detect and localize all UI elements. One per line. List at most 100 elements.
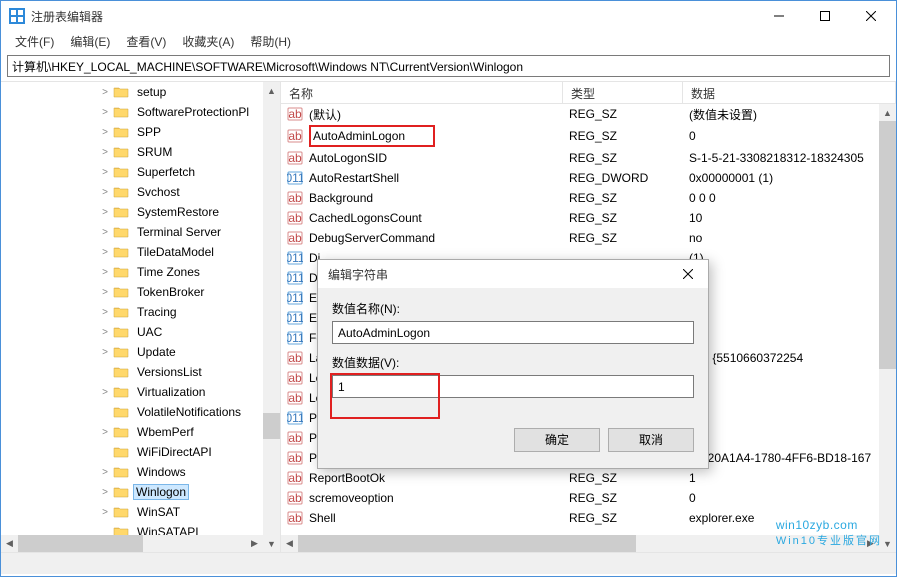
value-type: REG_SZ — [563, 471, 683, 485]
tree-item[interactable]: >Superfetch — [1, 162, 280, 182]
scroll-down-icon[interactable]: ▼ — [263, 535, 280, 552]
list-header: 名称 类型 数据 — [281, 82, 896, 104]
tree-item[interactable]: > UAC — [1, 322, 280, 342]
minimize-button[interactable] — [756, 1, 802, 31]
tree-item[interactable]: >Update — [1, 342, 280, 362]
tree-pane: >setup>SoftwareProtectionPl>SPP>SRUM>Sup… — [1, 82, 281, 552]
scroll-up-icon[interactable]: ▲ — [263, 82, 280, 99]
tree-scrollbar-h[interactable]: ◀ ▶ — [1, 535, 263, 552]
value-row[interactable]: ab(默认)REG_SZ(数值未设置) — [281, 104, 896, 124]
scroll-up-icon[interactable]: ▲ — [879, 104, 896, 121]
expander-icon[interactable]: > — [99, 267, 111, 278]
tree-item[interactable]: >SystemRestore — [1, 202, 280, 222]
value-type: REG_DWORD — [563, 171, 683, 185]
expander-icon[interactable]: > — [99, 207, 111, 218]
expander-icon[interactable]: > — [99, 187, 111, 198]
expander-icon[interactable]: > — [99, 387, 111, 398]
folder-icon — [113, 165, 129, 179]
tree-item[interactable]: >TileDataModel — [1, 242, 280, 262]
ok-button[interactable]: 确定 — [514, 428, 600, 452]
expander-icon[interactable]: > — [99, 327, 111, 338]
value-row[interactable]: abAutoAdminLogonREG_SZ0 — [281, 124, 896, 148]
expander-icon[interactable]: > — [99, 87, 111, 98]
expander-icon[interactable]: > — [99, 227, 111, 238]
data-input[interactable] — [332, 375, 694, 398]
name-input[interactable] — [332, 321, 694, 344]
value-row[interactable]: abAutoLogonSIDREG_SZS-1-5-21-3308218312-… — [281, 148, 896, 168]
expander-icon[interactable]: > — [99, 167, 111, 178]
tree-item[interactable]: >setup — [1, 82, 280, 102]
value-row[interactable]: abDebugServerCommandREG_SZno — [281, 228, 896, 248]
scroll-left-icon[interactable]: ◀ — [281, 535, 298, 552]
tree-item[interactable]: >SoftwareProtectionPl — [1, 102, 280, 122]
tree-item[interactable]: >SRUM — [1, 142, 280, 162]
tree-item[interactable]: >Time Zones — [1, 262, 280, 282]
tree-item[interactable]: >Windows — [1, 462, 280, 482]
tree-item[interactable]: VolatileNotifications — [1, 402, 280, 422]
tree-item[interactable]: >Winlogon — [1, 482, 280, 502]
tree-item[interactable]: >WinSAT — [1, 502, 280, 522]
tree-item[interactable]: > SPP — [1, 122, 280, 142]
value-data: 0 0 0 — [683, 191, 896, 205]
expander-icon[interactable]: > — [99, 247, 111, 258]
menu-file[interactable]: 文件(F) — [7, 31, 62, 52]
svg-text:011: 011 — [287, 411, 303, 425]
folder-icon — [113, 265, 129, 279]
expander-icon[interactable]: > — [99, 307, 111, 318]
tree-item-label: SPP — [137, 125, 161, 139]
svg-text:ab: ab — [288, 371, 302, 385]
value-name: scremoveoption — [309, 491, 563, 505]
menu-edit[interactable]: 编辑(E) — [62, 31, 118, 52]
tree-item[interactable]: >WbemPerf — [1, 422, 280, 442]
svg-text:ab: ab — [288, 211, 302, 225]
expander-icon[interactable]: > — [99, 467, 111, 478]
value-data: {A520A1A4-1780-4FF6-BD18-167 — [683, 451, 896, 465]
column-name[interactable]: 名称 — [281, 82, 563, 103]
expander-icon[interactable]: > — [99, 287, 111, 298]
expander-icon[interactable]: > — [99, 147, 111, 158]
folder-icon — [113, 205, 129, 219]
tree-scrollbar-v[interactable]: ▲ ▼ — [263, 82, 280, 552]
value-row[interactable]: abCachedLogonsCountREG_SZ10 — [281, 208, 896, 228]
menu-help[interactable]: 帮助(H) — [242, 31, 299, 52]
folder-icon — [113, 85, 129, 99]
value-name: AutoAdminLogon — [309, 125, 563, 147]
dialog-titlebar[interactable]: 编辑字符串 — [318, 260, 708, 288]
value-type: REG_SZ — [563, 231, 683, 245]
expander-icon[interactable]: > — [99, 507, 111, 518]
column-type[interactable]: 类型 — [563, 82, 683, 103]
cancel-button[interactable]: 取消 — [608, 428, 694, 452]
tree-item[interactable]: >Tracing — [1, 302, 280, 322]
tree-item[interactable]: VersionsList — [1, 362, 280, 382]
expander-icon[interactable]: > — [99, 127, 111, 138]
address-bar[interactable]: 计算机\HKEY_LOCAL_MACHINE\SOFTWARE\Microsof… — [7, 55, 890, 77]
tree-item[interactable]: >Terminal Server — [1, 222, 280, 242]
expander-icon[interactable]: > — [99, 427, 111, 438]
maximize-button[interactable] — [802, 1, 848, 31]
value-row[interactable]: 011AutoRestartShellREG_DWORD0x00000001 (… — [281, 168, 896, 188]
value-row[interactable]: abscremoveoptionREG_SZ0 — [281, 488, 896, 508]
tree-item[interactable]: WiFiDirectAPI — [1, 442, 280, 462]
value-data: 10 — [683, 211, 896, 225]
expander-icon[interactable]: > — [99, 107, 111, 118]
tree-item[interactable]: >Svchost — [1, 182, 280, 202]
value-row[interactable]: abReportBootOkREG_SZ1 — [281, 468, 896, 488]
expander-icon[interactable]: > — [99, 347, 111, 358]
dialog-close-button[interactable] — [672, 263, 704, 285]
tree-item[interactable]: >Virtualization — [1, 382, 280, 402]
menu-view[interactable]: 查看(V) — [118, 31, 174, 52]
scroll-right-icon[interactable]: ▶ — [246, 535, 263, 552]
expander-icon[interactable]: > — [99, 487, 111, 498]
close-button[interactable] — [848, 1, 894, 31]
value-data: 1 — [683, 471, 896, 485]
value-data: (1) — [683, 311, 896, 325]
menu-favorites[interactable]: 收藏夹(A) — [174, 31, 242, 52]
string-value-icon: ab — [285, 150, 305, 166]
tree-item-label: UAC — [137, 325, 162, 339]
value-row[interactable]: abBackgroundREG_SZ0 0 0 — [281, 188, 896, 208]
column-data[interactable]: 数据 — [683, 82, 896, 103]
tree-item[interactable]: >TokenBroker — [1, 282, 280, 302]
watermark-sub: Win10专业版官网 — [776, 532, 882, 548]
scroll-left-icon[interactable]: ◀ — [1, 535, 18, 552]
list-scrollbar-v[interactable]: ▲ ▼ — [879, 104, 896, 552]
